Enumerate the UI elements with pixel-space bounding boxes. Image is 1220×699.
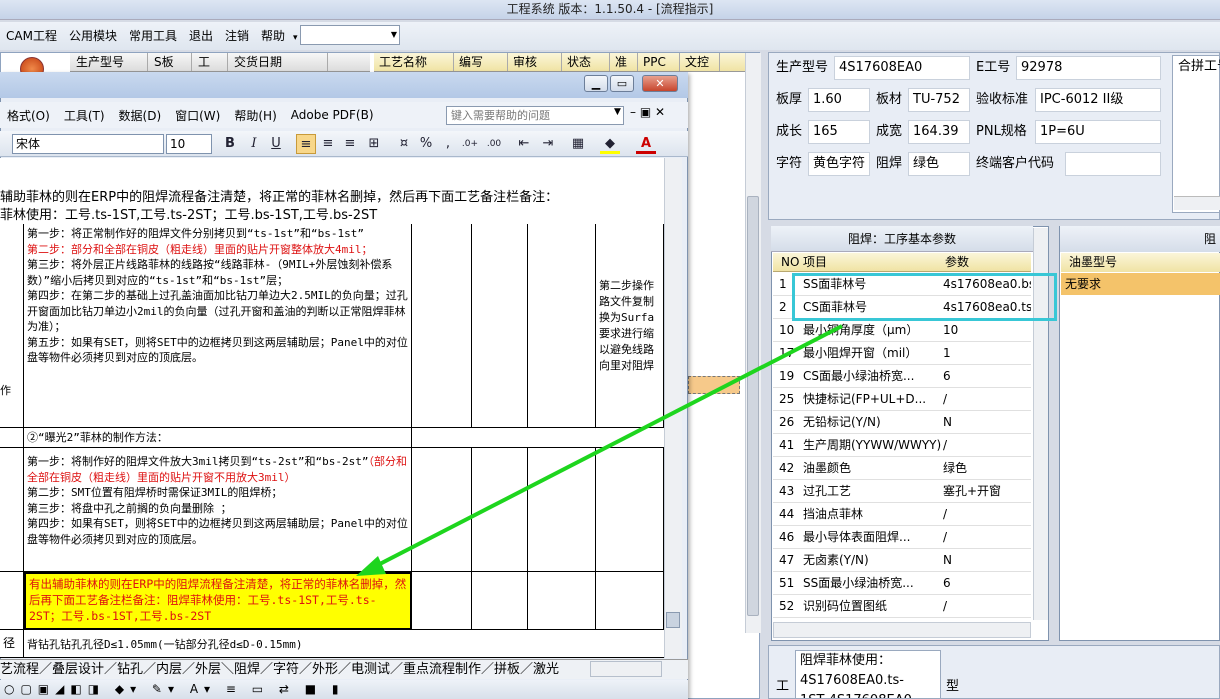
arrow-head [356,556,386,576]
arrow-shaft [371,324,843,570]
annotation-arrow [356,324,843,576]
